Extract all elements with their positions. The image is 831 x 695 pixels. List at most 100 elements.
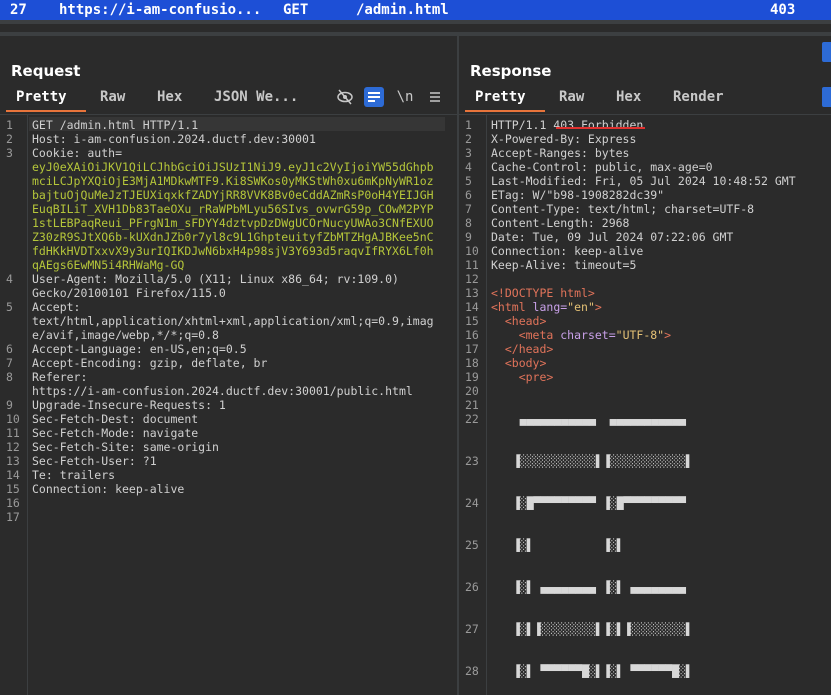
wrap-lines-icon[interactable] — [364, 87, 384, 107]
ascii-art-line: ▐░▌ ▐░▌ — [499, 538, 624, 552]
line-number: 13 — [465, 286, 479, 300]
code-token: <html — [491, 300, 533, 314]
layout-toggle-icon[interactable] — [822, 42, 831, 62]
line-number: 25 — [465, 538, 479, 552]
response-line: Connection: keep-alive — [491, 244, 643, 258]
request-line: Upgrade-Insecure-Requests: 1 — [32, 398, 226, 412]
history-status: 403 — [770, 2, 796, 18]
code-token: charset= — [560, 328, 616, 342]
cookie-value-line: mciLCJpYXQiOjE3MjA1MDkwMTF9.Ki8SWKos0yMK… — [32, 174, 434, 188]
response-line: ETag: W/"b98-1908282dc39" — [491, 188, 664, 202]
menu-icon[interactable] — [426, 88, 444, 106]
history-number: 27 — [10, 2, 27, 18]
cookie-value-line: fdHKkHVDTxxvX9y3urIQIKDJwN6bxH4p98sjV3Y6… — [32, 244, 434, 258]
line-number: 6 — [6, 342, 13, 356]
response-line: Last-Modified: Fri, 05 Jul 2024 10:48:52… — [491, 174, 796, 188]
ascii-art-line: ▐░▌ ▀▀▀▀▀▀█░▌▐░▌ ▀▀▀▀▀▀█░▌ — [499, 664, 693, 678]
line-number: 11 — [6, 426, 20, 440]
code-token: lang= — [532, 300, 568, 314]
line-number: 21 — [465, 398, 479, 412]
code-token: </head> — [491, 342, 554, 356]
response-tab-pretty[interactable]: Pretty — [475, 89, 526, 105]
code-token: ETag: W/"b98-1908282dc39" — [491, 188, 665, 202]
request-tab-pretty[interactable]: Pretty — [16, 89, 67, 105]
cookie-value-line: qAEgs6EwMN5i4RHWaMg-GQ — [32, 258, 185, 272]
request-tab-raw[interactable]: Raw — [100, 89, 125, 105]
request-line: e/avif,image/webp,*/*;q=0.8 — [32, 328, 219, 342]
line-number: 4 — [6, 272, 13, 286]
response-title: Response — [470, 62, 552, 80]
hide-icon[interactable] — [336, 88, 354, 106]
line-number: 8 — [465, 216, 472, 230]
code-token: <!DOCTYPE html> — [491, 286, 595, 300]
history-method: GET — [283, 2, 309, 18]
response-line: <html lang="en"> — [491, 300, 602, 314]
code-token: "UTF-8" — [615, 328, 665, 342]
line-number: 18 — [465, 356, 479, 370]
code-token: <pre> — [491, 370, 554, 384]
cookie-value-line: 1stLEBPaqReui_PFrgN1m_sFDYY4dztvpDzDWgUC… — [32, 216, 434, 230]
code-token: Keep-Alive: timeout=5 — [491, 258, 637, 272]
request-line: Sec-Fetch-Mode: navigate — [32, 426, 199, 440]
line-number: 16 — [6, 496, 20, 510]
request-tab-json-web-token[interactable]: JSON We... — [214, 89, 298, 105]
request-line: Sec-Fetch-Dest: document — [32, 412, 199, 426]
line-number: 1 — [6, 118, 13, 132]
code-token: Cache-Control: public, max-age=0 — [491, 160, 713, 174]
cookie-value-line: EuqBILiT_XVH1Db83TaeOXu_rRaWPbMLyu56SIvs… — [32, 202, 434, 216]
wrap-lines-icon-response[interactable] — [822, 87, 831, 107]
history-row-selected[interactable]: 27 https://i-am-confusio... GET /admin.h… — [0, 0, 831, 20]
response-tab-render[interactable]: Render — [673, 89, 724, 105]
line-number: 22 — [465, 412, 479, 426]
code-token: HTTP/1.1 403 Forbidden — [491, 118, 644, 132]
request-active-tab-underline — [6, 110, 86, 112]
request-line: Sec-Fetch-User: ?1 — [32, 454, 157, 468]
line-number: 3 — [465, 146, 472, 160]
scrollbar-thumb[interactable] — [0, 24, 831, 32]
request-line: Referer: — [32, 370, 88, 384]
line-number: 7 — [6, 356, 13, 370]
line-number: 3 — [6, 146, 13, 160]
ascii-art-line: ▄▄▄▄▄▄▄▄▄▄▄ ▄▄▄▄▄▄▄▄▄▄▄ — [499, 412, 686, 426]
request-line: Host: i-am-confusion.2024.ductf.dev:3000… — [32, 132, 316, 146]
response-editor[interactable]: 1 HTTP/1.1 403 Forbidden 2 X-Powered-By: Ex… — [459, 114, 831, 695]
line-number: 12 — [6, 440, 20, 454]
code-token: Content-Type: text/html; charset=UTF-8 — [491, 202, 755, 216]
request-editor[interactable]: 1 GET /admin.html HTTP/1.1 2 Host: i-am-con… — [0, 114, 457, 695]
code-token: <head> — [491, 314, 547, 328]
request-line: Gecko/20100101 Firefox/115.0 — [32, 286, 226, 300]
request-line: GET /admin.html HTTP/1.1 — [32, 118, 199, 132]
line-number: 5 — [6, 300, 13, 314]
line-number: 15 — [465, 314, 479, 328]
code-token: <body> — [491, 356, 547, 370]
response-line: Content-Type: text/html; charset=UTF-8 — [491, 202, 754, 216]
response-line: <meta charset="UTF-8"> — [491, 328, 671, 342]
history-path: /admin.html — [356, 2, 449, 18]
response-tab-hex[interactable]: Hex — [616, 89, 641, 105]
newline-icon[interactable]: \n — [396, 88, 414, 106]
code-token: X-Powered-By: Express — [491, 132, 637, 146]
response-line: <body> — [491, 356, 547, 370]
line-number: 9 — [6, 398, 13, 412]
response-line: <!DOCTYPE html> — [491, 286, 595, 300]
request-line: Connection: keep-alive — [32, 482, 185, 496]
horizontal-scrollbar[interactable] — [0, 20, 831, 36]
request-line: Accept: — [32, 300, 81, 314]
line-number: 8 — [6, 370, 13, 384]
request-title: Request — [11, 62, 81, 80]
response-line: <pre> — [491, 370, 554, 384]
code-token: Date: Tue, 09 Jul 2024 07:22:06 GMT — [491, 230, 734, 244]
cookie-value-line: eyJ0eXAiOiJKV1QiLCJhbGciOiJSUzI1NiJ9.eyJ… — [32, 160, 434, 174]
request-tab-hex[interactable]: Hex — [157, 89, 182, 105]
line-number: 7 — [465, 202, 472, 216]
line-number: 2 — [6, 132, 13, 146]
request-line: User-Agent: Mozilla/5.0 (X11; Linux x86_… — [32, 272, 399, 286]
history-host: https://i-am-confusio... — [59, 2, 262, 18]
request-line: Sec-Fetch-Site: same-origin — [32, 440, 219, 454]
line-number: 13 — [6, 454, 20, 468]
request-line: Te: trailers — [32, 468, 116, 482]
response-line: <head> — [491, 314, 547, 328]
response-tab-raw[interactable]: Raw — [559, 89, 584, 105]
line-number: 4 — [465, 160, 472, 174]
ascii-art-line: ▐░▌▐░░░░░░░░▌▐░▌▐░░░░░░░░▌ — [499, 622, 693, 636]
